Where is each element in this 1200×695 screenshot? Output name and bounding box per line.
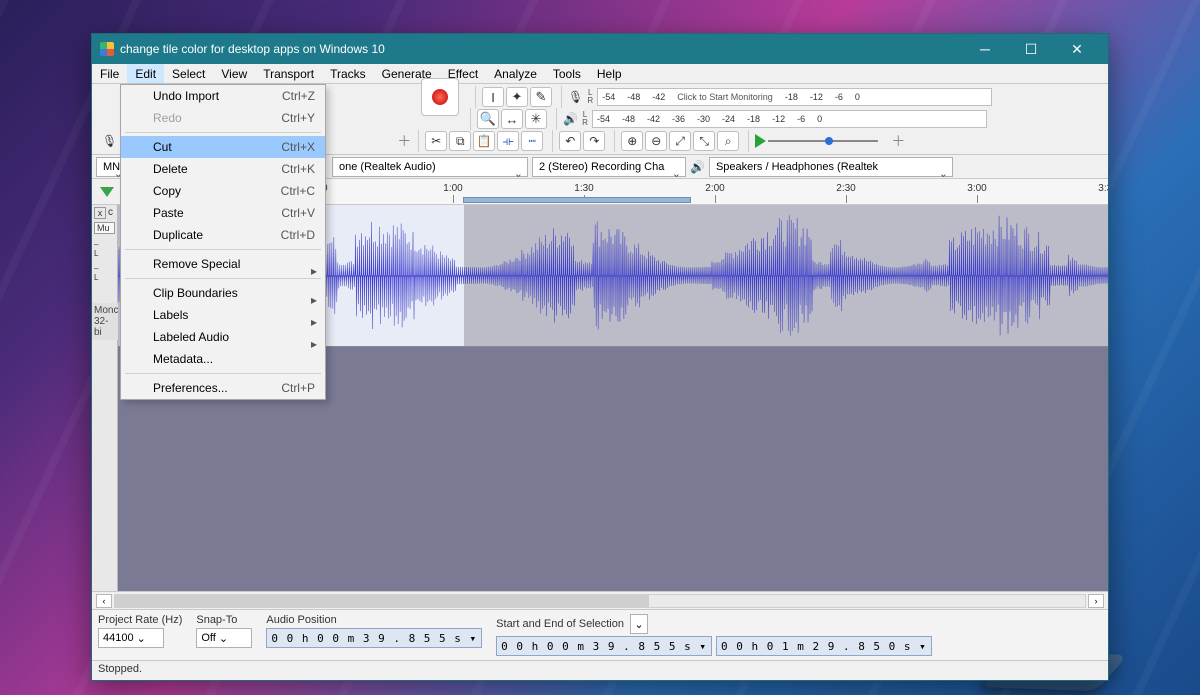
- copy-tool-icon[interactable]: ⧉: [449, 131, 471, 151]
- lr-label-rec: LR: [585, 89, 595, 105]
- edit-menu-paste[interactable]: PasteCtrl+V: [121, 202, 325, 224]
- close-button[interactable]: ✕: [1054, 34, 1100, 64]
- app-icon: [100, 42, 114, 56]
- menu-tracks[interactable]: Tracks: [322, 64, 374, 83]
- mic-small-icon: 🎙: [102, 134, 117, 148]
- menu-bar: File Edit Select View Transport Tracks G…: [92, 64, 1108, 84]
- snap-to-select[interactable]: Off ⌄: [196, 628, 252, 648]
- edit-menu-preferences-[interactable]: Preferences...Ctrl+P: [121, 377, 325, 399]
- audio-position-field[interactable]: 0 0 h 0 0 m 3 9 . 8 5 5 s ▾: [266, 628, 482, 648]
- scroll-left-button[interactable]: ‹: [96, 594, 112, 608]
- recording-channels-select[interactable]: 2 (Stereo) Recording Cha: [532, 157, 686, 177]
- fit-selection-icon[interactable]: ⤢: [669, 131, 691, 151]
- edit-menu-cut[interactable]: CutCtrl+X: [121, 136, 325, 158]
- selection-toolbar: Project Rate (Hz) 44100 ⌄ Snap-To Off ⌄ …: [92, 609, 1108, 660]
- scroll-thumb[interactable]: [115, 595, 649, 607]
- edit-menu-copy[interactable]: CopyCtrl+C: [121, 180, 325, 202]
- tool-timeshift-icon[interactable]: ↔: [501, 109, 523, 129]
- timeline-label: 1:30: [574, 183, 593, 194]
- meter-start-msg: Click to Start Monitoring: [677, 92, 773, 102]
- recording-device-select[interactable]: one (Realtek Audio): [332, 157, 528, 177]
- edit-menu-remove-special[interactable]: Remove Special: [121, 253, 325, 275]
- project-rate-label: Project Rate (Hz): [98, 614, 182, 626]
- menu-edit[interactable]: Edit: [127, 64, 164, 83]
- redo-tool-icon[interactable]: ↷: [583, 131, 605, 151]
- zoom-toggle-icon[interactable]: ⌕: [717, 131, 739, 151]
- zoom-in-icon[interactable]: ⊕: [621, 131, 643, 151]
- menu-analyze[interactable]: Analyze: [486, 64, 545, 83]
- edit-menu-undo-import[interactable]: Undo ImportCtrl+Z: [121, 85, 325, 107]
- zoom-out-icon[interactable]: ⊖: [645, 131, 667, 151]
- menu-select[interactable]: Select: [164, 64, 213, 83]
- track-control-panel[interactable]: xc Mu –L –L Monc32-bi: [92, 205, 118, 591]
- plus-left-icon: ＋: [397, 131, 411, 151]
- edit-menu-labels[interactable]: Labels: [121, 304, 325, 326]
- edit-menu-metadata-[interactable]: Metadata...: [121, 348, 325, 370]
- edit-dropdown: Undo ImportCtrl+ZRedoCtrl+Y CutCtrl+XDele…: [120, 84, 326, 400]
- menu-tools[interactable]: Tools: [545, 64, 589, 83]
- tool-draw-icon[interactable]: ✎: [530, 87, 552, 107]
- play-icon[interactable]: [755, 134, 766, 148]
- fit-project-icon[interactable]: ⤡: [693, 131, 715, 151]
- cut-tool-icon[interactable]: ✂: [425, 131, 447, 151]
- timeline-label: 2:00: [705, 183, 724, 194]
- timeline-label: 3:00: [967, 183, 986, 194]
- timeline-label: 3:30: [1098, 183, 1108, 194]
- playback-speed-slider[interactable]: [768, 134, 878, 148]
- status-text: Stopped.: [98, 663, 142, 675]
- silence-tool-icon[interactable]: ┉: [521, 131, 543, 151]
- tool-selection-icon[interactable]: I: [482, 87, 504, 107]
- track-info-label: Monc32-bi: [92, 303, 118, 340]
- paste-tool-icon[interactable]: 📋: [473, 131, 495, 151]
- playback-meter[interactable]: -54 -48 -42 -36 -30 -24 -18 -12 -6 0: [592, 110, 987, 128]
- mic-icon: 🎙: [568, 90, 583, 104]
- window-title: change tile color for desktop apps on Wi…: [120, 42, 385, 56]
- record-icon: [432, 89, 448, 105]
- application-window: change tile color for desktop apps on Wi…: [91, 33, 1109, 681]
- menu-help[interactable]: Help: [589, 64, 630, 83]
- audio-position-label: Audio Position: [266, 614, 482, 626]
- selection-mode-select[interactable]: ⌄: [630, 614, 648, 634]
- selection-end-field[interactable]: 0 0 h 0 1 m 2 9 . 8 5 0 s ▾: [716, 636, 932, 656]
- edit-menu-delete[interactable]: DeleteCtrl+K: [121, 158, 325, 180]
- playback-device-select[interactable]: Speakers / Headphones (Realtek: [709, 157, 953, 177]
- tool-envelope-icon[interactable]: ✦: [506, 87, 528, 107]
- record-button[interactable]: [421, 78, 459, 116]
- timeline-label: 1:00: [443, 183, 462, 194]
- minimize-button[interactable]: ─: [962, 34, 1008, 64]
- timeline-label: 2:30: [836, 183, 855, 194]
- edit-menu-duplicate[interactable]: DuplicateCtrl+D: [121, 224, 325, 246]
- speaker-icon: 🔊: [563, 112, 578, 126]
- menu-transport[interactable]: Transport: [255, 64, 322, 83]
- track-close-button[interactable]: x: [94, 207, 106, 219]
- tool-multi-icon[interactable]: ✳: [525, 109, 547, 129]
- plus-right-icon: ＋: [891, 131, 905, 151]
- selection-mode-label: Start and End of Selection: [496, 618, 624, 630]
- menu-view[interactable]: View: [213, 64, 255, 83]
- maximize-button[interactable]: ☐: [1008, 34, 1054, 64]
- track-mute-button[interactable]: Mu: [94, 222, 115, 234]
- menu-file[interactable]: File: [92, 64, 127, 83]
- trim-tool-icon[interactable]: ⟛: [497, 131, 519, 151]
- status-bar: Stopped.: [92, 660, 1108, 680]
- scroll-right-button[interactable]: ›: [1088, 594, 1104, 608]
- horizontal-scrollbar[interactable]: ‹ ›: [92, 591, 1108, 609]
- undo-tool-icon[interactable]: ↶: [559, 131, 581, 151]
- title-bar: change tile color for desktop apps on Wi…: [92, 34, 1108, 64]
- tool-zoom-icon[interactable]: 🔍: [477, 109, 499, 129]
- timeline-loop-region[interactable]: [463, 197, 691, 203]
- output-speaker-icon: 🔊: [690, 160, 705, 174]
- gain-l-icon: –L: [94, 264, 115, 282]
- edit-menu-clip-boundaries[interactable]: Clip Boundaries: [121, 282, 325, 304]
- project-rate-select[interactable]: 44100 ⌄: [98, 628, 164, 648]
- selection-start-field[interactable]: 0 0 h 0 0 m 3 9 . 8 5 5 s ▾: [496, 636, 712, 656]
- timeline-play-marker-icon[interactable]: [100, 187, 114, 197]
- pan-l-icon: –L: [94, 240, 115, 258]
- edit-menu-redo: RedoCtrl+Y: [121, 107, 325, 129]
- lr-label-play: LR: [580, 111, 590, 127]
- edit-menu-labeled-audio[interactable]: Labeled Audio: [121, 326, 325, 348]
- snap-to-label: Snap-To: [196, 614, 252, 626]
- recording-meter[interactable]: -54 -48 -42 Click to Start Monitoring -1…: [597, 88, 992, 106]
